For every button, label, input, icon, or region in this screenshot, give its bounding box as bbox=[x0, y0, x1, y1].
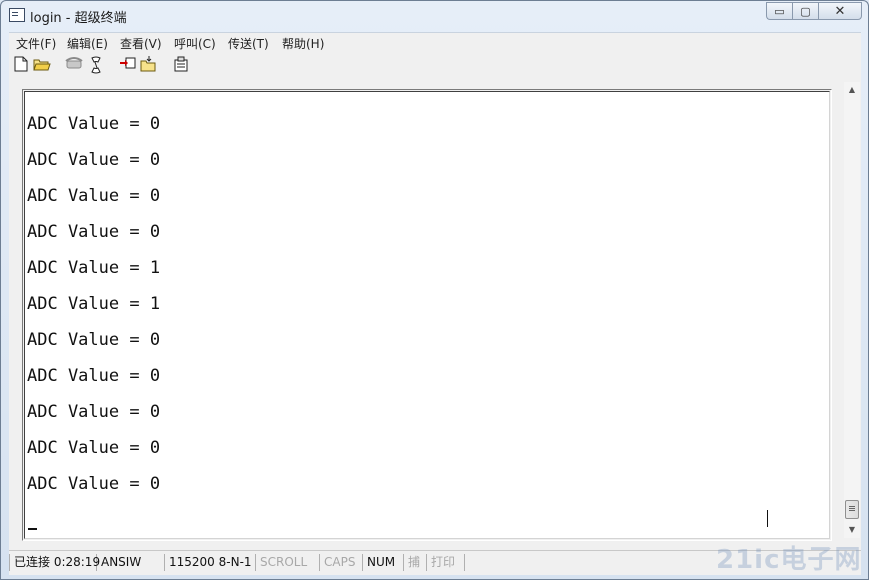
status-port-settings: 115200 8-N-1 bbox=[165, 554, 256, 571]
terminal-frame: ADC Value = 0 ADC Value = 0 ADC Value = … bbox=[22, 89, 832, 541]
open-folder-icon[interactable] bbox=[33, 56, 51, 74]
terminal-line: ADC Value = 0 bbox=[27, 222, 161, 242]
terminal-line: ADC Value = 0 bbox=[27, 474, 161, 494]
terminal-line: ADC Value = 0 bbox=[27, 366, 161, 386]
hyperterminal-app-icon[interactable] bbox=[9, 8, 25, 22]
terminal-line: ADC Value = 0 bbox=[27, 402, 161, 422]
status-emulation: ANSIW bbox=[97, 554, 165, 571]
close-button[interactable]: ✕ bbox=[818, 2, 862, 20]
status-connection: 已连接 0:28:19 bbox=[9, 554, 100, 571]
terminal-line: ADC Value = 1 bbox=[27, 258, 161, 278]
menu-call[interactable]: 呼叫(C) bbox=[174, 35, 216, 52]
hyperterminal-window: login - 超级终端 ▭ ▢ ✕ 文件(F) 编辑(E) 查看(V) 呼叫(… bbox=[0, 0, 869, 580]
toolbar bbox=[9, 52, 861, 78]
terminal-line: ADC Value = 1 bbox=[27, 294, 161, 314]
dial-icon[interactable] bbox=[87, 56, 105, 74]
menu-help[interactable]: 帮助(H) bbox=[282, 35, 324, 52]
scroll-up-arrow-icon[interactable]: ▲ bbox=[844, 82, 860, 98]
vertical-scrollbar[interactable]: ▲ ▼ bbox=[844, 82, 860, 538]
mouse-ibeam-cursor bbox=[767, 510, 768, 527]
status-print: 打印 bbox=[427, 554, 465, 571]
send-file-icon[interactable] bbox=[119, 56, 137, 74]
terminal-line: ADC Value = 0 bbox=[27, 114, 161, 134]
status-caps: CAPS bbox=[320, 554, 363, 571]
menu-file[interactable]: 文件(F) bbox=[16, 35, 56, 52]
status-num: NUM bbox=[363, 554, 404, 571]
window-title: login - 超级终端 bbox=[30, 11, 127, 26]
title-bar[interactable]: login - 超级终端 ▭ ▢ ✕ bbox=[1, 1, 868, 31]
client-area: ADC Value = 0 ADC Value = 0 ADC Value = … bbox=[9, 78, 861, 550]
minimize-button[interactable]: ▭ bbox=[766, 2, 792, 20]
maximize-button[interactable]: ▢ bbox=[792, 2, 818, 20]
scroll-thumb[interactable] bbox=[845, 500, 859, 519]
scroll-down-arrow-icon[interactable]: ▼ bbox=[844, 522, 860, 538]
terminal-line: ADC Value = 0 bbox=[27, 330, 161, 350]
disconnect-phone-icon[interactable] bbox=[65, 56, 83, 74]
menu-transfer[interactable]: 传送(T) bbox=[228, 35, 269, 52]
status-capture: 捕 bbox=[404, 554, 427, 571]
text-cursor bbox=[28, 528, 37, 530]
properties-icon[interactable] bbox=[172, 56, 190, 74]
menu-bar: 文件(F) 编辑(E) 查看(V) 呼叫(C) 传送(T) 帮助(H) bbox=[9, 32, 861, 52]
menu-edit[interactable]: 编辑(E) bbox=[67, 35, 108, 52]
status-scroll: SCROLL bbox=[256, 554, 320, 571]
new-file-icon[interactable] bbox=[12, 56, 30, 74]
site-watermark: 21ic电子网 bbox=[716, 545, 862, 575]
terminal-line: ADC Value = 0 bbox=[27, 438, 161, 458]
terminal-screen[interactable]: ADC Value = 0 ADC Value = 0 ADC Value = … bbox=[24, 91, 830, 539]
terminal-line: ADC Value = 0 bbox=[27, 150, 161, 170]
terminal-line: ADC Value = 0 bbox=[27, 186, 161, 206]
caption-buttons: ▭ ▢ ✕ bbox=[766, 2, 862, 20]
receive-file-icon[interactable] bbox=[140, 56, 158, 74]
menu-view[interactable]: 查看(V) bbox=[120, 35, 162, 52]
